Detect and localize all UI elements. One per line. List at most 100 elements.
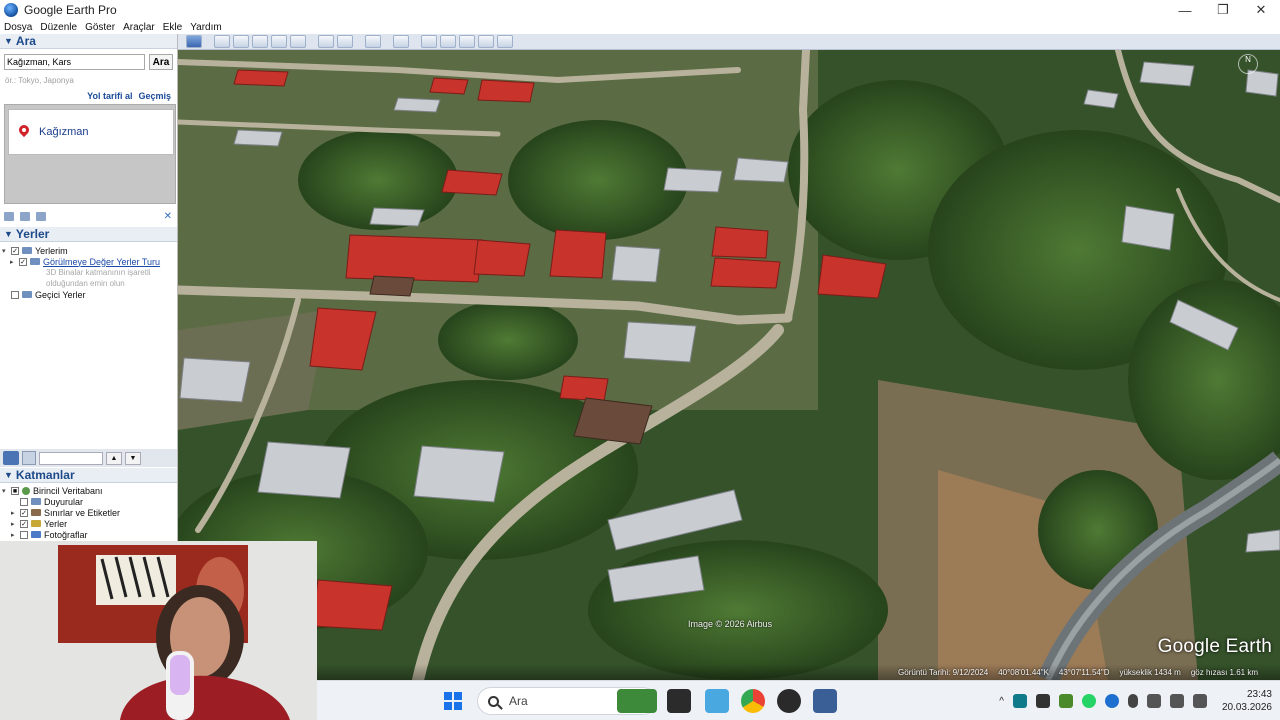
widgets-icon[interactable] [617,689,657,713]
menu-edit[interactable]: Düzenle [36,22,81,33]
compass-icon[interactable]: N [1238,54,1258,74]
maps-button[interactable] [478,35,494,48]
checkbox-checked[interactable]: ✓ [20,508,28,517]
expand-icon[interactable]: ▾ [2,247,11,255]
overlay-button[interactable] [271,35,287,48]
checkbox-unchecked[interactable] [11,290,19,299]
search-input[interactable] [4,54,145,70]
taskbar-search-label: Ara [509,694,528,708]
folder-icon [30,258,40,265]
layer-label: Birincil Veritabanı [33,485,103,496]
chevron-up-icon[interactable]: ^ [999,696,1004,707]
clock[interactable]: 23:43 20.03.2026 [1222,688,1272,714]
layer-label: Yerler [44,518,68,529]
email-button[interactable] [421,35,437,48]
checkbox-checked[interactable]: ✓ [19,257,27,266]
microphone-icon[interactable] [1127,694,1138,708]
tree-item-temporary-places[interactable]: Geçici Yerler [2,289,160,300]
historical-imagery-button[interactable] [318,35,334,48]
tree-item-label[interactable]: Görülmeye Değer Yerler Turu [43,257,160,267]
arrow-up-icon[interactable]: ▲ [106,451,122,465]
search-section-header[interactable]: ▼ Ara [0,34,177,49]
planets-button[interactable] [365,35,381,48]
checkbox-unchecked[interactable] [20,497,28,506]
layer-places[interactable]: ▸ ✓ Yerler [2,518,120,529]
menu-help[interactable]: Yardım [186,22,226,33]
checkbox-unchecked[interactable] [20,530,28,539]
panel-toggle-icon[interactable] [22,451,36,465]
path-button[interactable] [252,35,268,48]
places-section-title: Yerler [15,227,50,241]
search-button[interactable]: Ara [149,54,173,70]
bluetooth-icon[interactable] [1104,694,1119,708]
layer-borders-labels[interactable]: ▸ ✓ Sınırlar ve Etiketler [2,507,120,518]
map-view[interactable]: N Image © 2026 Airbus Google Earth Görün… [178,50,1280,680]
print-button[interactable] [440,35,456,48]
snipping-tool-icon[interactable] [705,689,729,713]
save-image-button[interactable] [459,35,475,48]
close-button[interactable]: ✕ [1242,0,1280,20]
windows-start-icon[interactable] [444,692,462,710]
sunlight-button[interactable] [337,35,353,48]
folder-icon[interactable] [4,211,14,221]
file-explorer-icon[interactable] [667,689,691,713]
battery-icon[interactable] [1192,694,1207,708]
earth-gallery-button[interactable] [497,35,513,48]
layers-section-header[interactable]: ▼ Katmanlar [0,468,177,483]
arrow-down-icon[interactable]: ▼ [125,451,141,465]
menu-add[interactable]: Ekle [159,22,186,33]
maximize-button[interactable]: ❐ [1204,0,1242,20]
layer-announcements[interactable]: Duyurular [2,496,120,507]
longitude-readout: 43°07'11.54"D [1058,667,1110,677]
nvidia-icon[interactable] [1058,694,1073,708]
tray-app-icon[interactable] [1012,694,1027,708]
chrome-icon[interactable] [741,689,765,713]
search-places-icon[interactable] [3,451,19,465]
history-link[interactable]: Geçmiş [138,91,171,101]
checkbox-checked[interactable]: ✓ [20,519,28,528]
expand-icon[interactable]: ▾ [2,487,11,495]
record-tour-button[interactable] [290,35,306,48]
checkbox-checked[interactable]: ✓ [11,246,19,255]
print-icon[interactable] [36,211,46,221]
google-earth-taskbar-icon[interactable] [813,689,837,713]
tree-item-sightseeing-tour[interactable]: ▸ ✓ Görülmeye Değer Yerler Turu [2,256,160,267]
copy-icon[interactable] [20,211,30,221]
window-title: Google Earth Pro [24,3,117,17]
polygon-button[interactable] [233,35,249,48]
sidebar-toggle-button[interactable] [186,35,202,48]
tree-item-label: Geçici Yerler [35,289,86,300]
checkbox-partial[interactable]: ■ [11,486,19,495]
layers-section-title: Katmanlar [15,468,75,482]
volume-icon[interactable] [1169,694,1184,708]
directions-link[interactable]: Yol tarifi al [87,91,132,101]
wifi-icon[interactable] [1146,694,1161,708]
search-links: Yol tarifi al Geçmiş [87,91,171,101]
clear-results-icon[interactable]: ✕ [164,211,172,222]
folder-icon [22,291,32,298]
ruler-button[interactable] [393,35,409,48]
expand-icon[interactable]: ▸ [11,509,20,517]
expand-icon[interactable]: ▸ [11,531,20,539]
layer-label: Fotoğraflar [44,529,88,540]
expand-icon[interactable]: ▸ [10,258,19,266]
whatsapp-icon[interactable] [1081,694,1096,708]
search-result-item[interactable]: Kağızman [8,109,174,155]
menu-tools[interactable]: Araçlar [119,22,159,33]
layer-photos[interactable]: ▸ Fotoğraflar [2,529,120,540]
placemark-button[interactable] [214,35,230,48]
places-filter-input[interactable] [39,451,103,465]
layer-primary-database[interactable]: ▾ ■ Birincil Veritabanı [2,485,120,496]
menu-view[interactable]: Göster [81,22,119,33]
obs-icon[interactable] [777,689,801,713]
tray-app-icon[interactable] [1035,694,1050,708]
minimize-button[interactable]: — [1166,0,1204,20]
collapse-triangle-icon: ▼ [4,36,13,46]
expand-icon[interactable]: ▸ [11,520,20,528]
flag-icon [31,509,41,516]
places-section-header[interactable]: ▼ Yerler [0,227,177,242]
places-section: ▼ Yerler ▾ ✓ Yerlerim ▸ ✓ Görülmeye Değe… [0,227,177,300]
menu-file[interactable]: Dosya [0,22,36,33]
folder-icon [22,247,32,254]
tree-item-my-places[interactable]: ▾ ✓ Yerlerim [2,245,160,256]
